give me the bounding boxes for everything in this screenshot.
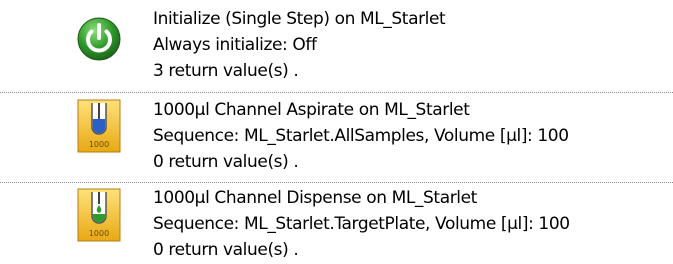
channel-dispense-icon: 1000 bbox=[77, 188, 121, 242]
step-text: Initialize (Single Step) on ML_Starlet A… bbox=[153, 6, 663, 84]
step-separator bbox=[0, 92, 673, 93]
step-list: Initialize (Single Step) on ML_Starlet A… bbox=[0, 0, 673, 264]
step-return-values: 3 return value(s) . bbox=[153, 61, 299, 81]
step-title: 1000µl Channel Dispense on ML_Starlet bbox=[153, 188, 477, 208]
step-detail: Always initialize: Off bbox=[153, 35, 317, 55]
step-title: Initialize (Single Step) on ML_Starlet bbox=[153, 9, 446, 29]
step-text: 1000µl Channel Aspirate on ML_Starlet Se… bbox=[153, 97, 663, 175]
step-detail: Sequence: ML_Starlet.AllSamples, Volume … bbox=[153, 126, 569, 146]
step-title: 1000µl Channel Aspirate on ML_Starlet bbox=[153, 100, 470, 120]
step-aspirate[interactable]: 1000 1000µl Channel Aspirate on ML_Starl… bbox=[0, 94, 673, 182]
step-initialize[interactable]: Initialize (Single Step) on ML_Starlet A… bbox=[0, 0, 673, 92]
step-return-values: 0 return value(s) . bbox=[153, 152, 299, 172]
icon-volume-label: 1000 bbox=[89, 140, 109, 149]
step-dispense[interactable]: 1000 1000µl Channel Dispense on ML_Starl… bbox=[0, 184, 673, 264]
channel-aspirate-icon: 1000 bbox=[77, 99, 121, 153]
step-detail: Sequence: ML_Starlet.TargetPlate, Volume… bbox=[153, 214, 570, 234]
step-return-values: 0 return value(s) . bbox=[153, 240, 299, 260]
step-separator bbox=[0, 182, 673, 183]
icon-volume-label: 1000 bbox=[89, 229, 109, 238]
initialize-power-icon bbox=[77, 16, 121, 62]
step-text: 1000µl Channel Dispense on ML_Starlet Se… bbox=[153, 185, 663, 263]
